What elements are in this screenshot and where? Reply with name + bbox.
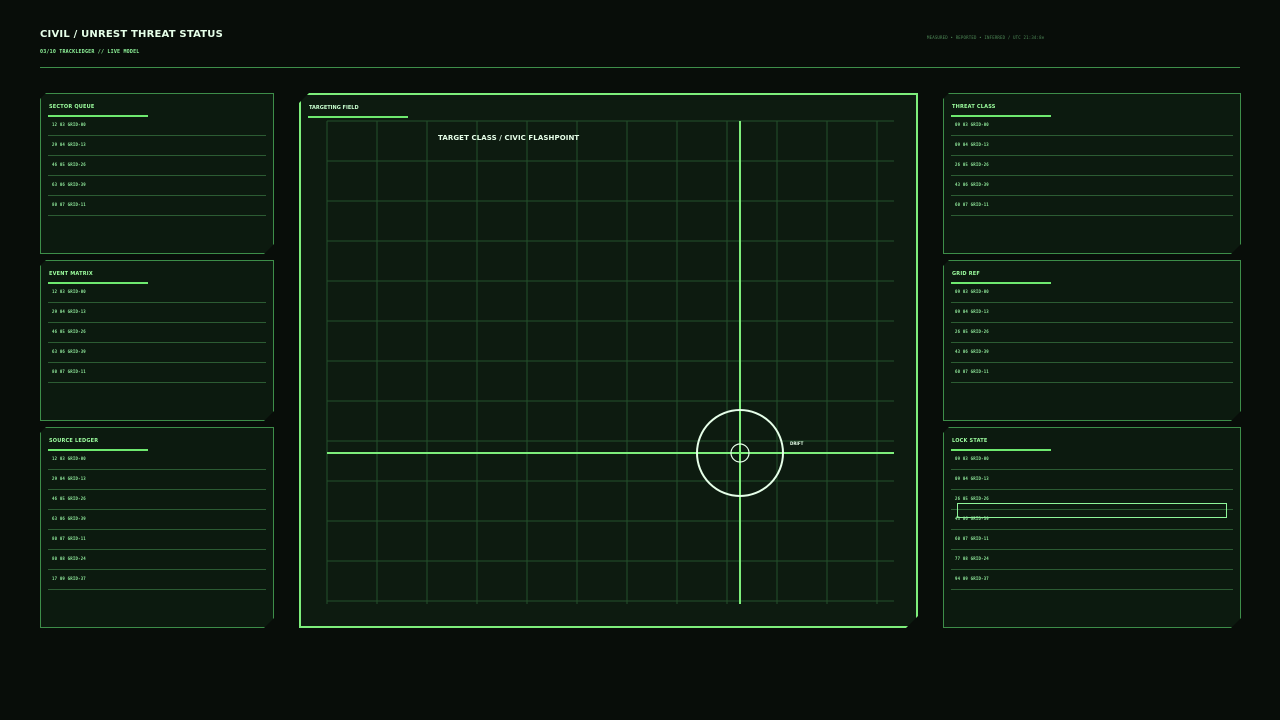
list-item-label: 63 06 GRID-39 xyxy=(52,516,86,521)
list-item-label: 80 07 GRID-11 xyxy=(52,536,86,541)
panel-title: SOURCE LEDGER xyxy=(49,438,99,444)
legend-note: MEASURED • REPORTED • INFERRED / UTC 21:… xyxy=(927,35,1045,40)
list-item-label: 29 04 GRID-13 xyxy=(52,476,86,481)
list-item-label: 60 07 GRID-11 xyxy=(955,536,989,541)
page-subtitle: 03/10 TRACKLEDGER // LIVE MODEL xyxy=(40,49,140,55)
panel-rows: 09 03 GRID-00 09 04 GRID-13 26 05 GRID-26 4… xyxy=(951,450,1233,590)
list-item[interactable]: 63 06 GRID-39 xyxy=(48,176,266,196)
list-item-label: 09 04 GRID-13 xyxy=(955,142,989,147)
target-class-label: TARGET CLASS / CIVIC FLASHPOINT xyxy=(438,134,580,142)
panel-title: GRID REF xyxy=(952,271,980,277)
list-item-label: 26 05 GRID-26 xyxy=(955,496,989,501)
list-item-label: 43 06 GRID-39 xyxy=(955,349,989,354)
list-item[interactable]: 29 04 GRID-13 xyxy=(48,303,266,323)
list-item[interactable]: 63 06 GRID-39 xyxy=(48,343,266,363)
list-item[interactable]: 29 04 GRID-13 xyxy=(48,470,266,490)
list-item-label: 29 04 GRID-13 xyxy=(52,142,86,147)
list-item[interactable]: 63 06 GRID-39 xyxy=(48,510,266,530)
list-item[interactable]: 26 05 GRID-26 xyxy=(951,156,1233,176)
header-divider xyxy=(40,67,1240,68)
list-item-label: 46 05 GRID-26 xyxy=(52,329,86,334)
list-item-label: 09 03 GRID-00 xyxy=(955,456,989,461)
panel-rows: 09 03 GRID-00 09 04 GRID-13 26 05 GRID-26 4… xyxy=(951,283,1233,383)
list-item-label: 60 07 GRID-11 xyxy=(955,369,989,374)
list-item[interactable]: 12 03 GRID-00 xyxy=(48,450,266,470)
list-item-label: 63 06 GRID-39 xyxy=(52,349,86,354)
panel-rows: 12 03 GRID-00 29 04 GRID-13 46 05 GRID-26 6… xyxy=(48,283,266,383)
panel-source-ledger: SOURCE LEDGER 12 03 GRID-00 29 04 GRID-13… xyxy=(40,427,274,628)
panel-rows: 12 03 GRID-00 29 04 GRID-13 46 05 GRID-26 6… xyxy=(48,116,266,216)
list-item[interactable]: 17 09 GRID-37 xyxy=(48,570,266,590)
list-item[interactable]: 09 04 GRID-13 xyxy=(951,136,1233,156)
list-item[interactable]: 43 06 GRID-39 xyxy=(951,343,1233,363)
list-item[interactable]: 12 03 GRID-00 xyxy=(48,283,266,303)
list-item-label: 12 03 GRID-00 xyxy=(52,122,86,127)
list-item[interactable]: 80 07 GRID-11 xyxy=(48,363,266,383)
list-item-label: 80 07 GRID-11 xyxy=(52,202,86,207)
list-item-label: 09 03 GRID-00 xyxy=(955,122,989,127)
list-item-label: 63 06 GRID-39 xyxy=(52,182,86,187)
list-item[interactable]: 09 04 GRID-13 xyxy=(951,303,1233,323)
list-item-label: 80 07 GRID-11 xyxy=(52,369,86,374)
list-item[interactable]: 46 05 GRID-26 xyxy=(48,156,266,176)
list-item[interactable]: 26 05 GRID-26 xyxy=(951,323,1233,343)
drift-label: DRIFT xyxy=(790,441,804,446)
list-item[interactable]: 09 03 GRID-00 xyxy=(951,283,1233,303)
list-item[interactable]: 46 05 GRID-26 xyxy=(48,490,266,510)
list-item-label: 46 05 GRID-26 xyxy=(52,162,86,167)
panel-event-matrix: EVENT MATRIX 12 03 GRID-00 29 04 GRID-13 4… xyxy=(40,260,274,421)
list-item-label: 26 05 GRID-26 xyxy=(955,329,989,334)
list-item[interactable]: 46 05 GRID-26 xyxy=(48,323,266,343)
list-item[interactable]: 60 07 GRID-11 xyxy=(951,196,1233,216)
list-item-label: 12 03 GRID-00 xyxy=(52,456,86,461)
panel-sector-queue: SECTOR QUEUE 12 03 GRID-00 29 04 GRID-13 4… xyxy=(40,93,274,254)
list-item[interactable]: 80 07 GRID-11 xyxy=(48,530,266,550)
panel-rows: 09 03 GRID-00 09 04 GRID-13 26 05 GRID-26 4… xyxy=(951,116,1233,216)
list-item-label: 17 09 GRID-37 xyxy=(52,576,86,581)
list-item[interactable]: 77 08 GRID-24 xyxy=(951,550,1233,570)
list-item-label: 77 08 GRID-24 xyxy=(955,556,989,561)
list-item[interactable]: 09 04 GRID-13 xyxy=(951,470,1233,490)
list-item-label: 60 07 GRID-11 xyxy=(955,202,989,207)
list-item[interactable]: 80 08 GRID-24 xyxy=(48,550,266,570)
list-item-label: 94 09 GRID-37 xyxy=(955,576,989,581)
list-item-label: 09 03 GRID-00 xyxy=(955,289,989,294)
panel-title: LOCK STATE xyxy=(952,438,988,444)
list-item-label: 09 04 GRID-13 xyxy=(955,309,989,314)
list-item-label: 09 04 GRID-13 xyxy=(955,476,989,481)
list-item-label: 29 04 GRID-13 xyxy=(52,309,86,314)
list-item-label: 43 06 GRID-39 xyxy=(955,182,989,187)
panel-title: EVENT MATRIX xyxy=(49,271,93,277)
list-item-locked[interactable]: 26 05 GRID-26 xyxy=(951,490,1233,510)
list-item-label: 46 05 GRID-26 xyxy=(52,496,86,501)
targeting-grid xyxy=(301,95,916,626)
list-item[interactable]: 12 03 GRID-00 xyxy=(48,116,266,136)
list-item[interactable]: 60 07 GRID-11 xyxy=(951,530,1233,550)
list-item[interactable]: 94 09 GRID-37 xyxy=(951,570,1233,590)
list-item-label: 43 06 GRID-39 xyxy=(955,516,989,521)
list-item-label: 12 03 GRID-00 xyxy=(52,289,86,294)
list-item[interactable]: 60 07 GRID-11 xyxy=(951,363,1233,383)
page-title: CIVIL / UNREST THREAT STATUS xyxy=(40,29,223,40)
list-item-label: 26 05 GRID-26 xyxy=(955,162,989,167)
panel-threat-class: THREAT CLASS 09 03 GRID-00 09 04 GRID-13 2… xyxy=(943,93,1241,254)
list-item-label: 80 08 GRID-24 xyxy=(52,556,86,561)
list-item[interactable]: 09 03 GRID-00 xyxy=(951,450,1233,470)
panel-lock-state: LOCK STATE 09 03 GRID-00 09 04 GRID-13 26 … xyxy=(943,427,1241,628)
list-item[interactable]: 09 03 GRID-00 xyxy=(951,116,1233,136)
list-item[interactable]: 43 06 GRID-39 xyxy=(951,176,1233,196)
panel-rows: 12 03 GRID-00 29 04 GRID-13 46 05 GRID-26 6… xyxy=(48,450,266,590)
list-item[interactable]: 43 06 GRID-39 xyxy=(951,510,1233,530)
list-item[interactable]: 80 07 GRID-11 xyxy=(48,196,266,216)
panel-title: SECTOR QUEUE xyxy=(49,104,95,110)
panel-grid-ref: GRID REF 09 03 GRID-00 09 04 GRID-13 26 05… xyxy=(943,260,1241,421)
list-item[interactable]: 29 04 GRID-13 xyxy=(48,136,266,156)
panel-title: THREAT CLASS xyxy=(952,104,996,110)
targeting-field[interactable]: TARGETING FIELD TARGET CLASS / CIVIC FLA… xyxy=(299,93,918,628)
